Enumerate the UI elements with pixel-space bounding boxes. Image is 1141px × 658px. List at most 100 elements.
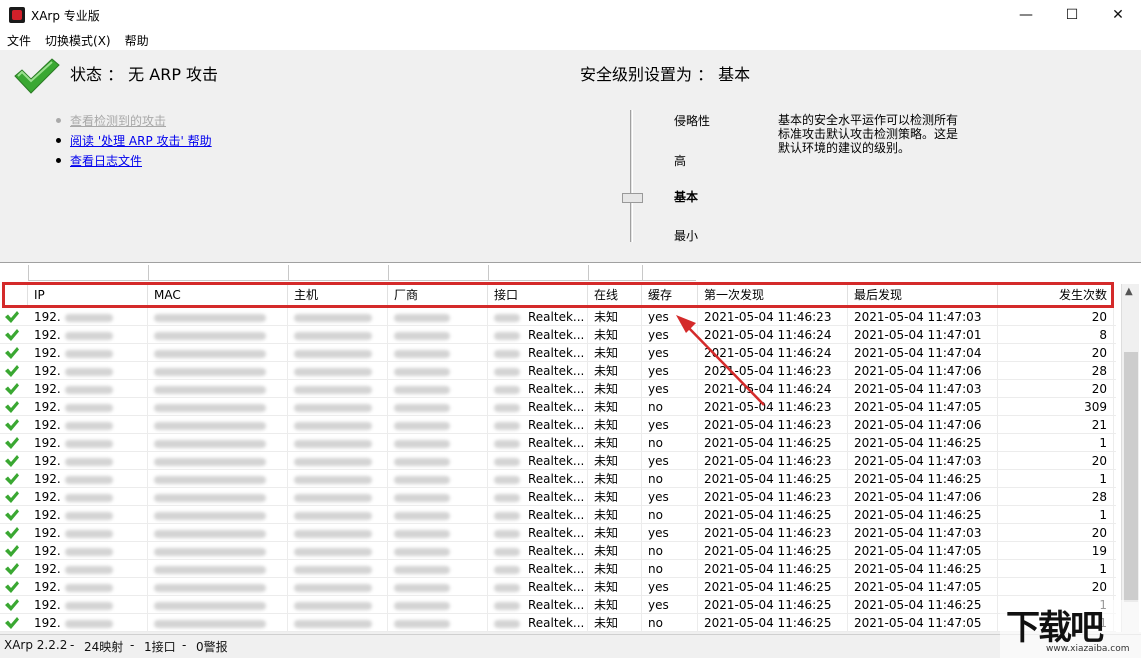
cell-ip-text: 192. xyxy=(34,454,61,468)
cell-ip: 192. xyxy=(28,560,148,578)
header-cache[interactable]: 缓存 xyxy=(642,284,698,306)
filter-vendor[interactable] xyxy=(388,265,488,281)
cell-first-seen: 2021-05-04 11:46:23 xyxy=(698,488,848,506)
check-icon xyxy=(5,617,19,629)
close-button[interactable]: ✕ xyxy=(1095,0,1141,30)
table-row[interactable]: 192. Realtek... 未知 yes 2021-05-04 11:46:23 2… xyxy=(0,416,1116,434)
table-row[interactable]: 192. Realtek... 未知 no 2021-05-04 11:46:25 20… xyxy=(0,560,1116,578)
check-icon xyxy=(5,599,19,611)
header-last-seen[interactable]: 最后发现 xyxy=(848,284,998,306)
filter-interface[interactable] xyxy=(488,265,588,281)
redacted-host xyxy=(294,313,372,322)
table-row[interactable]: 192. Realtek... 未知 no 2021-05-04 11:46:25 20… xyxy=(0,434,1116,452)
view-log-link[interactable]: 查看日志文件 xyxy=(70,152,142,169)
redacted-interface xyxy=(494,349,520,358)
header-status[interactable] xyxy=(0,284,28,306)
filter-online[interactable] xyxy=(588,265,642,281)
table-row[interactable]: 192. Realtek... 未知 yes 2021-05-04 11:46:24 2… xyxy=(0,344,1116,362)
redacted-vendor xyxy=(394,583,450,592)
redacted-vendor xyxy=(394,565,450,574)
table-row[interactable]: 192. Realtek... 未知 yes 2021-05-04 11:46:24 2… xyxy=(0,326,1116,344)
cell-cache: no xyxy=(642,542,698,560)
watermark-url: www.xiazaiba.com xyxy=(1046,644,1130,654)
redacted-vendor xyxy=(394,385,450,394)
cell-ip: 192. xyxy=(28,398,148,416)
table-row[interactable]: 192. Realtek... 未知 yes 2021-05-04 11:46:23 2… xyxy=(0,308,1116,326)
cell-interface-text: Realtek... xyxy=(528,598,585,612)
cell-ip: 192. xyxy=(28,308,148,326)
redacted-vendor xyxy=(394,331,450,340)
vertical-scrollbar[interactable]: ▲ xyxy=(1121,284,1139,632)
cell-cache: yes xyxy=(642,596,698,614)
table-row[interactable]: 192. Realtek... 未知 yes 2021-05-04 11:46:25 2… xyxy=(0,578,1116,596)
table-row[interactable]: 192. Realtek... 未知 no 2021-05-04 11:46:25 20… xyxy=(0,470,1116,488)
arp-help-link[interactable]: 阅读 '处理 ARP 攻击' 帮助 xyxy=(70,132,212,149)
table-row[interactable]: 192. Realtek... 未知 yes 2021-05-04 11:46:24 2… xyxy=(0,380,1116,398)
cell-vendor xyxy=(388,452,488,470)
cell-ip-text: 192. xyxy=(34,436,61,450)
scroll-thumb[interactable] xyxy=(1124,352,1138,602)
cell-ip: 192. xyxy=(28,362,148,380)
redacted-vendor xyxy=(394,421,450,430)
filter-host[interactable] xyxy=(288,265,388,281)
filter-cache[interactable] xyxy=(642,265,696,281)
table-row[interactable]: 192. Realtek... 未知 yes 2021-05-04 11:46:23 2… xyxy=(0,524,1116,542)
maximize-button[interactable]: ☐ xyxy=(1049,0,1095,30)
table-row[interactable]: 192. Realtek... 未知 no 2021-05-04 11:46:23 20… xyxy=(0,398,1116,416)
cell-last-seen: 2021-05-04 11:47:04 xyxy=(848,344,998,362)
redacted-host xyxy=(294,385,372,394)
cell-interface-text: Realtek... xyxy=(528,400,585,414)
cell-interface-text: Realtek... xyxy=(528,454,585,468)
header-count[interactable]: 发生次数 xyxy=(998,284,1114,306)
header-mac[interactable]: MAC xyxy=(148,284,288,306)
cell-vendor xyxy=(388,470,488,488)
header-host[interactable]: 主机 xyxy=(288,284,388,306)
cell-vendor xyxy=(388,524,488,542)
table-row[interactable]: 192. Realtek... 未知 yes 2021-05-04 11:46:23 2… xyxy=(0,452,1116,470)
header-first-seen[interactable]: 第一次发现 xyxy=(698,284,848,306)
security-slider-thumb[interactable] xyxy=(622,193,643,203)
cell-interface: Realtek... xyxy=(488,614,588,632)
redacted-mac xyxy=(154,457,266,466)
statusbar-version: XArp 2.2.2 xyxy=(4,638,68,652)
filter-ip[interactable] xyxy=(28,265,148,281)
table-row[interactable]: 192. Realtek... 未知 yes 2021-05-04 11:46:23 2… xyxy=(0,362,1116,380)
table-row[interactable]: 192. Realtek... 未知 yes 2021-05-04 11:46:23 2… xyxy=(0,488,1116,506)
redacted-mac xyxy=(154,403,266,412)
table-row[interactable]: 192. Realtek... 未知 no 2021-05-04 11:46:25 20… xyxy=(0,506,1116,524)
header-ip[interactable]: IP xyxy=(28,284,148,306)
cell-vendor xyxy=(388,398,488,416)
cell-interface-text: Realtek... xyxy=(528,508,585,522)
link-row-help: 阅读 '处理 ARP 攻击' 帮助 xyxy=(56,132,212,149)
check-icon xyxy=(5,419,19,431)
scroll-up-icon[interactable]: ▲ xyxy=(1125,286,1133,297)
cell-host xyxy=(288,524,388,542)
cell-first-seen: 2021-05-04 11:46:23 xyxy=(698,524,848,542)
check-icon xyxy=(5,509,19,521)
header-vendor[interactable]: 厂商 xyxy=(388,284,488,306)
cell-last-seen: 2021-05-04 11:47:06 xyxy=(848,362,998,380)
redacted-vendor xyxy=(394,475,450,484)
menu-file[interactable]: 文件 xyxy=(0,32,38,49)
menu-help[interactable]: 帮助 xyxy=(118,32,156,49)
redacted-interface xyxy=(494,511,520,520)
cell-online: 未知 xyxy=(588,416,642,434)
check-icon xyxy=(5,527,19,539)
filter-mac[interactable] xyxy=(148,265,288,281)
header-online[interactable]: 在线 xyxy=(588,284,642,306)
cell-interface: Realtek... xyxy=(488,560,588,578)
table-row[interactable]: 192. Realtek... 未知 yes 2021-05-04 11:46:25 2… xyxy=(0,596,1116,614)
cell-interface-text: Realtek... xyxy=(528,526,585,540)
cell-host xyxy=(288,542,388,560)
cell-ip-text: 192. xyxy=(34,580,61,594)
security-slider-track[interactable] xyxy=(630,110,633,242)
minimize-button[interactable]: — xyxy=(1003,0,1049,30)
table-row[interactable]: 192. Realtek... 未知 no 2021-05-04 11:46:25 20… xyxy=(0,542,1116,560)
redacted-host xyxy=(294,529,372,538)
check-icon xyxy=(5,311,19,323)
redacted-vendor xyxy=(394,367,450,376)
table-row[interactable]: 192. Realtek... 未知 no 2021-05-04 11:46:25 20… xyxy=(0,614,1116,632)
header-interface[interactable]: 接口 xyxy=(488,284,588,306)
cell-ip-text: 192. xyxy=(34,364,61,378)
menu-switch-mode[interactable]: 切换模式(X) xyxy=(38,32,118,49)
